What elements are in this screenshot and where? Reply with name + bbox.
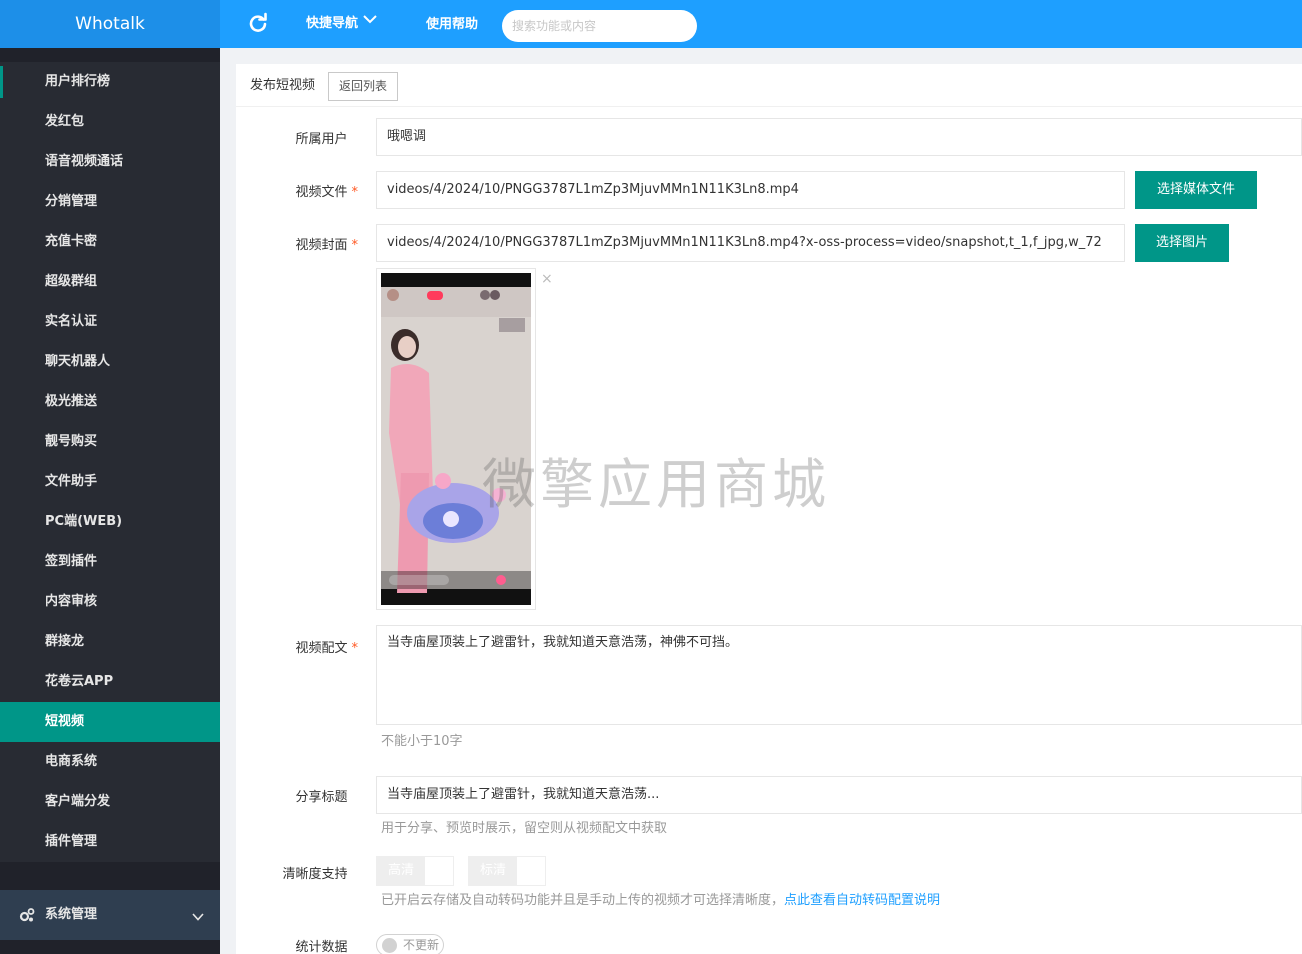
sidebar-item[interactable]: 用户排行榜 [0, 62, 220, 102]
refresh-icon[interactable] [246, 12, 270, 36]
cover-thumbnail-image [381, 273, 531, 605]
sidebar-item[interactable]: 发红包 [0, 102, 220, 142]
caption-hint: 不能小于10字 [381, 734, 463, 749]
sidebar-item[interactable]: 语音视频通话 [0, 142, 220, 182]
cover-preview[interactable] [376, 268, 536, 610]
stats-label-text: 统计数据 [295, 940, 348, 954]
owner-label: 所属用户* [236, 128, 358, 147]
share-title-hint: 用于分享、预览时展示，留空则从视频配文中获取 [381, 821, 668, 836]
video-file-label-text: 视频文件 [295, 185, 348, 200]
select-image-button[interactable]: 选择图片 [1135, 224, 1229, 262]
toggle-knob [382, 938, 397, 953]
caption-label: 视频配文 * [236, 637, 358, 656]
transcode-help-link[interactable]: 点此查看自动转码配置说明 [784, 893, 940, 908]
share-title-label-text: 分享标题 [295, 790, 348, 805]
sidebar-item-system[interactable]: 系统管理 [0, 890, 220, 940]
required-mark: * [351, 185, 359, 200]
sidebar-item[interactable]: 实名认证 [0, 302, 220, 342]
sidebar-menu: 用户排行榜 发红包 语音视频通话 分销管理 充值卡密 超级群组 实名认证 聊天机器人 极光推送靓… [0, 62, 220, 862]
sidebar-item[interactable]: 内容审核 [0, 582, 220, 622]
page-title: 发布短视频 [250, 78, 316, 93]
gears-icon [19, 907, 35, 923]
top-bar: Whotalk 快捷导航 使用帮助 [0, 0, 1302, 48]
chevron-down-icon [362, 0, 378, 49]
brand-logo[interactable]: Whotalk [0, 0, 220, 48]
video-file-label: 视频文件 * [236, 181, 358, 200]
sidebar-item[interactable]: 插件管理 [0, 822, 220, 862]
chevron-down-icon [191, 910, 205, 924]
help-link[interactable]: 使用帮助 [426, 0, 478, 48]
sidebar-item[interactable]: 聊天机器人 [0, 342, 220, 382]
sidebar-item[interactable]: 短视频 [0, 702, 220, 742]
sidebar-item[interactable]: 客户端分发 [0, 782, 220, 822]
sidebar-item[interactable]: 极光推送 [0, 382, 220, 422]
close-icon[interactable]: × [541, 271, 553, 287]
quality-hd-checkbox[interactable]: 高清 [376, 856, 454, 886]
panel-header: 发布短视频 返回列表 [236, 64, 1302, 107]
quality-hint: 已开启云存储及自动转码功能并且是手动上传的视频才可选择清晰度，点此查看自动转码配… [381, 889, 940, 908]
quality-hint-text: 已开启云存储及自动转码功能并且是手动上传的视频才可选择清晰度， [381, 893, 785, 908]
quality-label-text: 清晰度支持 [282, 867, 348, 882]
sidebar-item[interactable]: 花卷云APP [0, 662, 220, 702]
sidebar-item[interactable]: PC端(WEB) [0, 502, 220, 542]
stats-toggle-text: 不更新 [403, 938, 440, 952]
required-mark: * [351, 641, 359, 656]
sidebar-item[interactable]: 分销管理 [0, 182, 220, 222]
caption-textarea[interactable]: 当寺庙屋顶装上了避雷针，我就知道天意浩荡，神佛不可挡。 [376, 625, 1302, 725]
sidebar-item[interactable]: 签到插件 [0, 542, 220, 582]
required-mark: * [351, 238, 359, 253]
stats-label: 统计数据* [236, 936, 358, 954]
quick-nav-menu[interactable]: 快捷导航 [306, 0, 378, 48]
sidebar-item[interactable]: 群接龙 [0, 622, 220, 662]
sidebar-item[interactable]: 靓号购买 [0, 422, 220, 462]
quality-sd-label: 标清 [469, 857, 517, 885]
sidebar-item[interactable]: 电商系统 [0, 742, 220, 782]
search-input[interactable] [502, 10, 697, 42]
back-to-list-button[interactable]: 返回列表 [328, 72, 398, 101]
video-file-input[interactable]: videos/4/2024/10/PNGG3787L1mZp3MjuvMMn1N… [376, 171, 1125, 209]
sidebar: 用户排行榜 发红包 语音视频通话 分销管理 充值卡密 超级群组 实名认证 聊天机器人 极光推送靓… [0, 48, 220, 954]
video-cover-label: 视频封面 * [236, 234, 358, 253]
owner-field[interactable]: 哦嗯调 [376, 118, 1302, 156]
quality-sd-checkbox[interactable]: 标清 [468, 856, 546, 886]
quality-label: 清晰度支持* [236, 863, 358, 882]
quick-nav-label: 快捷导航 [306, 16, 359, 31]
video-cover-label-text: 视频封面 [295, 238, 348, 253]
sidebar-item[interactable]: 超级群组 [0, 262, 220, 302]
stats-toggle[interactable]: 不更新 [376, 934, 444, 954]
caption-label-text: 视频配文 [295, 641, 348, 656]
share-title-input[interactable]: 当寺庙屋顶装上了避雷针，我就知道天意浩荡... [376, 776, 1302, 814]
main-panel: 发布短视频 返回列表 所属用户* 哦嗯调 视频文件* videos/4/2024… [236, 64, 1302, 954]
share-title-label: 分享标题* [236, 786, 358, 805]
sidebar-item[interactable]: 文件助手 [0, 462, 220, 502]
video-cover-input[interactable]: videos/4/2024/10/PNGG3787L1mZp3MjuvMMn1N… [376, 224, 1125, 262]
select-media-button[interactable]: 选择媒体文件 [1135, 171, 1257, 209]
quality-hd-label: 高清 [377, 857, 425, 885]
owner-label-text: 所属用户 [295, 132, 348, 147]
sidebar-item[interactable]: 充值卡密 [0, 222, 220, 262]
sidebar-item-label: 系统管理 [45, 907, 98, 922]
